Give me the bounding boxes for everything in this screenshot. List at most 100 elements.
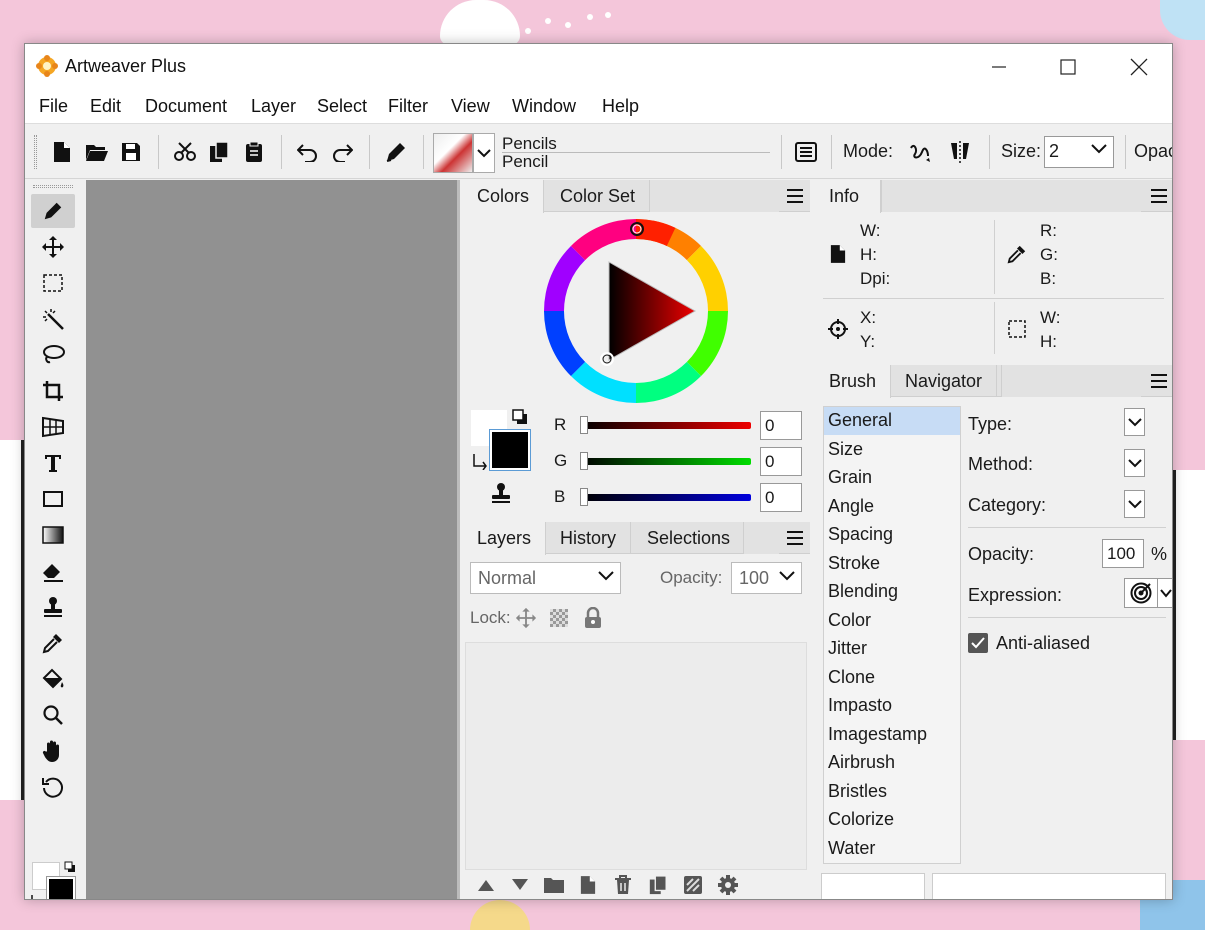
maximize-button[interactable] [1033,44,1103,89]
menu-window[interactable]: Window [512,96,576,117]
tool-paint[interactable] [31,194,75,228]
swap-colors-icon[interactable] [471,452,489,470]
blend-mode-select[interactable]: Normal [470,562,621,594]
delete-layer-trash-icon[interactable] [614,875,632,895]
layer-mask-icon[interactable] [683,875,703,895]
open-button[interactable] [82,137,112,167]
undo-button[interactable] [293,137,323,167]
color-wheel[interactable] [541,216,731,406]
anti-aliased-checkbox[interactable] [968,633,988,653]
list-item-general[interactable]: General [824,407,960,435]
copy-button[interactable] [204,137,234,167]
g-slider[interactable] [581,458,751,465]
list-item-grain[interactable]: Grain [824,464,960,492]
b-value-input[interactable]: 0 [760,483,802,512]
b-slider[interactable] [581,494,751,501]
category-dropdown[interactable] [1124,490,1145,518]
method-dropdown[interactable] [1124,449,1145,477]
tool-magic-wand[interactable] [31,302,75,336]
lock-all-icon[interactable] [584,607,602,629]
redo-button[interactable] [327,137,357,167]
list-item-clone[interactable]: Clone [824,664,960,692]
toolbar-grip[interactable] [34,135,37,169]
brush-settings-button[interactable] [791,137,821,167]
new-layer-icon[interactable] [580,875,596,895]
tool-rect-select[interactable] [31,266,75,300]
expression-dropdown[interactable] [1158,578,1172,608]
panel-menu-icon[interactable] [786,529,804,547]
brush-preset-name-field[interactable] [821,873,925,899]
layer-opacity-select[interactable]: 100 [731,562,802,594]
menu-help[interactable]: Help [602,96,639,117]
menu-file[interactable]: File [39,96,68,117]
save-button[interactable] [116,137,146,167]
tool-paint-bucket[interactable] [31,662,75,696]
r-slider[interactable] [581,422,751,429]
toolbox-grip[interactable] [33,185,73,188]
lock-transparency-icon[interactable] [550,609,568,627]
list-item-bristles[interactable]: Bristles [824,778,960,806]
panel-menu-icon[interactable] [786,187,804,205]
type-dropdown[interactable] [1124,408,1145,436]
tool-shape[interactable] [31,482,75,516]
r-value-input[interactable]: 0 [760,411,802,440]
brush-preview[interactable] [433,133,473,173]
size-select[interactable]: 2 [1044,136,1114,168]
brush-opacity-input[interactable]: 100 [1102,539,1144,568]
menu-filter[interactable]: Filter [388,96,428,117]
move-layer-down-icon[interactable] [511,878,529,892]
lock-position-icon[interactable] [515,607,537,629]
tab-navigator[interactable]: Navigator [891,365,998,397]
tool-text[interactable] [31,446,75,480]
list-item-color[interactable]: Color [824,607,960,635]
tab-color-set[interactable]: Color Set [546,180,651,212]
menu-edit[interactable]: Edit [90,96,121,117]
list-item-size[interactable]: Size [824,436,960,464]
tab-layers[interactable]: Layers [463,522,547,555]
list-item-jitter[interactable]: Jitter [824,635,960,663]
tool-eyedropper[interactable] [31,626,75,660]
menu-select[interactable]: Select [317,96,367,117]
tool-perspective[interactable] [31,410,75,444]
list-item-imagestamp[interactable]: Imagestamp [824,721,960,749]
paste-button[interactable] [239,137,269,167]
tool-rotate[interactable] [31,770,75,804]
list-item-water[interactable]: Water [824,835,960,863]
move-layer-up-icon[interactable] [477,878,495,892]
list-item-stroke[interactable]: Stroke [824,550,960,578]
tool-gradient[interactable] [31,518,75,552]
foreground-color-swatch[interactable] [46,876,76,899]
document-canvas[interactable] [86,180,460,899]
close-button[interactable] [1104,44,1172,89]
layer-list[interactable] [465,642,807,870]
swap-colors-icon[interactable] [30,893,44,900]
r-slider-knob[interactable] [580,416,588,434]
g-value-input[interactable]: 0 [760,447,802,476]
stamp-icon[interactable] [490,482,512,504]
list-item-blending[interactable]: Blending [824,578,960,606]
tab-brush[interactable]: Brush [815,365,892,398]
tool-lasso[interactable] [31,338,75,372]
b-slider-knob[interactable] [580,488,588,506]
list-item-colorize[interactable]: Colorize [824,806,960,834]
g-slider-knob[interactable] [580,452,588,470]
reset-colors-icon[interactable] [512,409,528,425]
menu-layer[interactable]: Layer [251,96,296,117]
list-item-impasto[interactable]: Impasto [824,692,960,720]
brush-dropdown[interactable] [473,133,495,173]
tab-colors[interactable]: Colors [463,180,545,213]
list-item-airbrush[interactable]: Airbrush [824,749,960,777]
expression-button[interactable] [1124,578,1158,608]
cut-button[interactable] [170,137,200,167]
layer-settings-gear-icon[interactable] [717,874,739,896]
minimize-button[interactable] [964,44,1034,89]
menu-view[interactable]: View [451,96,490,117]
menu-document[interactable]: Document [145,96,227,117]
tool-hand[interactable] [31,734,75,768]
tool-zoom[interactable] [31,698,75,732]
tab-selections[interactable]: Selections [633,522,746,554]
new-group-folder-icon[interactable] [543,876,565,894]
tool-crop[interactable] [31,374,75,408]
tool-move[interactable] [31,230,75,264]
duplicate-layer-icon[interactable] [648,875,668,895]
